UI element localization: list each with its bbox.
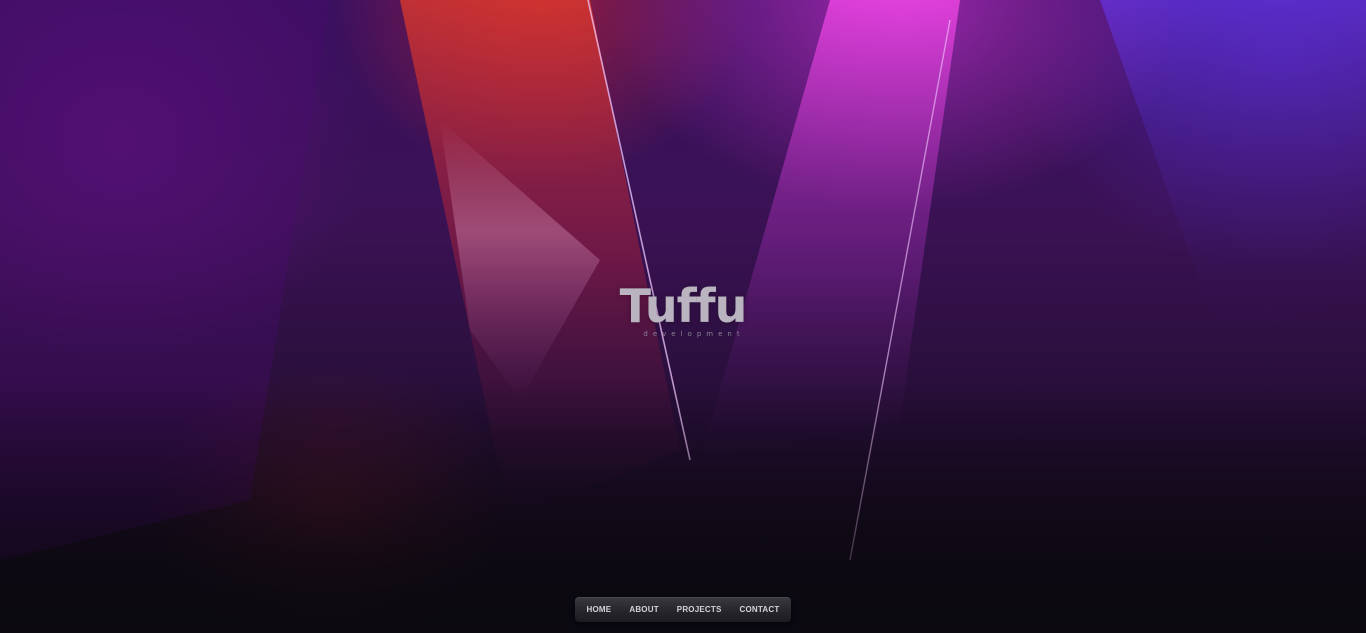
bottom-shade <box>0 380 1366 633</box>
logo-title: Tuffu <box>619 279 748 333</box>
main-navigation: HOME ABOUT PROJECTS CONTACT <box>575 597 791 622</box>
hero-background: Tuffu development HOME ABOUT PROJECTS CO… <box>0 0 1366 633</box>
nav-about-link[interactable]: ABOUT <box>629 605 658 614</box>
nav-contact-link[interactable]: CONTACT <box>740 605 780 614</box>
logo-subtitle: development <box>643 330 745 338</box>
nav-home-link[interactable]: HOME <box>587 605 612 614</box>
site-logo[interactable]: Tuffu development <box>0 276 1366 338</box>
nav-projects-link[interactable]: PROJECTS <box>677 605 722 614</box>
